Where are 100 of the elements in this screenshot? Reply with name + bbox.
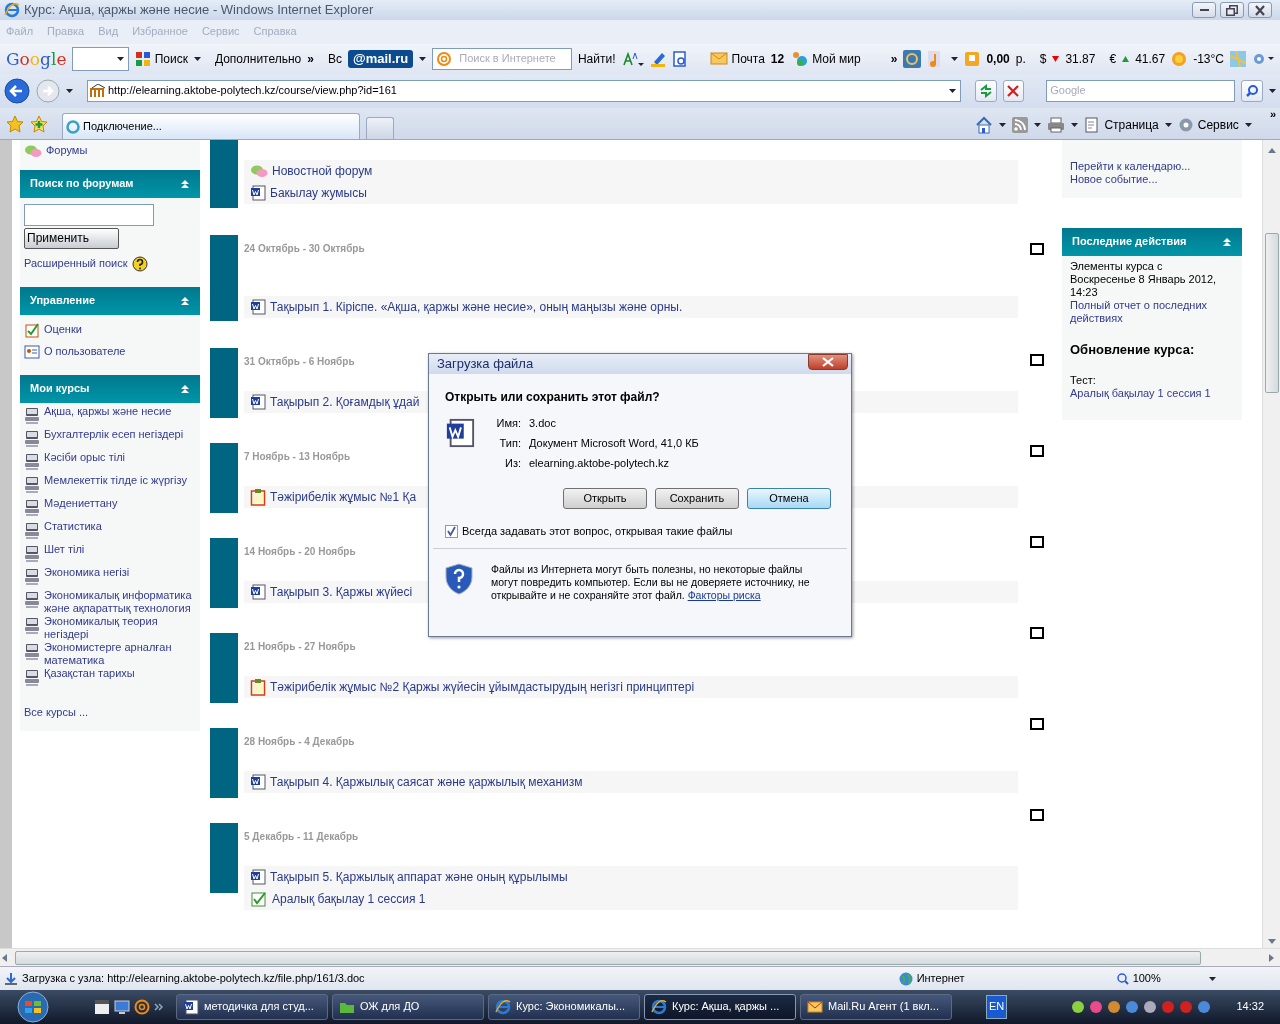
dropdown-caret-icon[interactable]	[1244, 123, 1252, 127]
restore-button[interactable]	[1220, 2, 1244, 18]
back-button[interactable]	[4, 78, 30, 104]
course-link[interactable]: Экономистерге арналған математика	[24, 641, 196, 667]
highlight-checkbox[interactable]	[1030, 718, 1044, 730]
stop-button[interactable]	[1002, 80, 1025, 102]
course-link[interactable]: Статистика	[24, 520, 196, 543]
dropdown-caret-icon[interactable]	[999, 123, 1007, 127]
highlight-checkbox[interactable]	[1030, 243, 1044, 255]
favorites-star-icon[interactable]	[6, 115, 24, 133]
taskbar-button[interactable]: методичка для студ...	[176, 994, 328, 1020]
dropdown-caret-icon[interactable]	[193, 57, 201, 61]
minimize-button[interactable]	[1192, 2, 1216, 18]
taskbar-button[interactable]: ОЖ для ДО	[332, 994, 484, 1020]
calendar-link[interactable]: Перейти к календарю...	[1070, 160, 1191, 172]
dropdown-caret-icon[interactable]	[419, 57, 427, 61]
vertical-scrollbar[interactable]	[1262, 140, 1280, 948]
chevron-icon[interactable]: »	[307, 51, 314, 67]
highlight-checkbox[interactable]	[1030, 627, 1044, 639]
collapse-icon[interactable]	[180, 384, 190, 394]
calendar-icon[interactable]	[94, 999, 110, 1015]
my-world-button[interactable]: Мой мир	[790, 51, 861, 67]
dialog-button[interactable]: Отмена	[747, 488, 831, 509]
mail-logo[interactable]: @mail.ru	[348, 50, 414, 68]
activity-link[interactable]: Тақырып 3. Қаржы жүйесі	[270, 584, 413, 600]
toolbar-label[interactable]: Вс	[327, 51, 342, 67]
update-link[interactable]: Аралық бақылау 1 сессия 1	[1070, 387, 1218, 400]
activity-link[interactable]: Новостной форум	[272, 163, 373, 179]
course-link[interactable]: Бухгалтерлік есеп негіздері	[24, 428, 196, 451]
dropdown-caret-icon[interactable]	[1034, 123, 1042, 127]
printer-icon[interactable]	[1047, 117, 1066, 133]
desktop-icon[interactable]	[114, 999, 130, 1015]
chevron-icon[interactable]: »	[890, 51, 898, 67]
refresh-button[interactable]	[975, 80, 997, 102]
search-field[interactable]	[72, 47, 129, 71]
sidebar-link[interactable]: Оценки	[44, 323, 82, 337]
collapse-icon[interactable]	[1222, 237, 1232, 247]
scroll-left-icon[interactable]	[2, 953, 7, 962]
feed-icon[interactable]	[1012, 117, 1029, 133]
course-link[interactable]: Шет тілі	[24, 543, 196, 566]
more-button[interactable]: Дополнительно	[214, 51, 302, 67]
find-button[interactable]: Найти!	[577, 51, 616, 67]
activity-link[interactable]: Аралық бақылау 1 сессия 1	[272, 891, 426, 907]
full-report-link[interactable]: Полный отчет о последних действиях	[1070, 299, 1218, 325]
dropdown-caret-icon[interactable]	[1208, 976, 1216, 981]
page-menu[interactable]: Страница	[1084, 117, 1159, 133]
dropdown-caret-icon[interactable]	[1164, 123, 1172, 127]
highlighter-icon[interactable]	[649, 51, 666, 67]
dropdown-caret-icon[interactable]	[949, 89, 957, 93]
tools-menu[interactable]: Сервис	[1177, 117, 1239, 133]
collapse-icon[interactable]	[180, 296, 190, 306]
dropdown-caret-icon[interactable]	[66, 89, 73, 93]
taskbar-button[interactable]: Mail.Ru Агент (1 вкл...	[800, 994, 952, 1020]
scroll-down-icon[interactable]	[1267, 939, 1276, 944]
zoom-level[interactable]: 100%	[1116, 971, 1161, 986]
scrollbar-thumb[interactable]	[1264, 233, 1279, 393]
collapse-icon[interactable]	[180, 179, 190, 189]
scrollbar-thumb[interactable]	[15, 950, 1201, 965]
course-link[interactable]: Экономика негізі	[24, 566, 196, 589]
dialog-button[interactable]: Сохранить	[655, 488, 739, 509]
activity-link[interactable]: Тәжірибелік жұмыс №1 Қа	[270, 489, 417, 505]
address-field[interactable]: http://elearning.aktobe-polytech.kz/course/view.php?id=161	[87, 80, 962, 102]
language-indicator[interactable]: EN	[986, 995, 1008, 1019]
chevron-icon[interactable]: »	[1269, 108, 1276, 122]
highlight-checkbox[interactable]	[1030, 536, 1044, 548]
highlight-checkbox[interactable]	[1030, 445, 1044, 457]
home-icon[interactable]	[975, 116, 994, 134]
font-size-icon[interactable]	[621, 51, 644, 67]
dialog-button[interactable]: Открыть	[563, 488, 647, 509]
advanced-search-link[interactable]: Расширенный поиск	[24, 257, 128, 271]
scroll-right-icon[interactable]	[1269, 953, 1274, 962]
course-link[interactable]: Экономикалық теория негіздері	[24, 615, 196, 641]
course-link[interactable]: Мемлекеттік тілде іс жүргізу	[24, 474, 196, 497]
close-button[interactable]	[1248, 2, 1272, 18]
add-favorite-icon[interactable]	[30, 115, 48, 133]
risk-factors-link[interactable]: Факторы риска	[687, 589, 761, 602]
dropdown-caret-icon[interactable]	[1071, 123, 1079, 127]
sidebar-link[interactable]: Форумы	[46, 144, 88, 158]
activity-link[interactable]: Тақырып 2. Қоғамдық ұдай	[270, 394, 420, 410]
dropdown-caret-icon[interactable]	[116, 57, 124, 61]
taskbar-button[interactable]: Курс: Ақша, қаржы ...	[644, 994, 796, 1020]
course-link[interactable]: Қазақстан тарихы	[24, 667, 196, 690]
dropdown-caret-icon[interactable]	[1269, 89, 1276, 93]
dropdown-caret-icon[interactable]	[951, 57, 959, 61]
course-link[interactable]: Мәдениеттану	[24, 497, 196, 520]
apply-button[interactable]: Применить	[24, 228, 119, 249]
all-courses-link[interactable]: Все курсы ...	[24, 706, 89, 718]
course-link[interactable]: Кәсіби орыс тілі	[24, 451, 196, 474]
course-link[interactable]: Ақша, қаржы және несие	[24, 405, 196, 428]
search-button[interactable]: Поиск	[134, 51, 188, 67]
help-icon[interactable]	[131, 256, 148, 272]
search-field[interactable]	[24, 204, 154, 226]
mail-button[interactable]: Почта	[709, 51, 765, 67]
horizontal-scrollbar[interactable]	[0, 948, 1280, 966]
sidebar-link[interactable]: О пользователе	[44, 345, 126, 359]
taskbar-button[interactable]: Курс: Экономикалы...	[488, 994, 640, 1020]
close-button[interactable]	[808, 354, 848, 370]
highlight-checkbox[interactable]	[1030, 354, 1044, 366]
calendar-link[interactable]: Новое событие...	[1070, 173, 1158, 185]
highlight-checkbox[interactable]	[1030, 809, 1044, 821]
